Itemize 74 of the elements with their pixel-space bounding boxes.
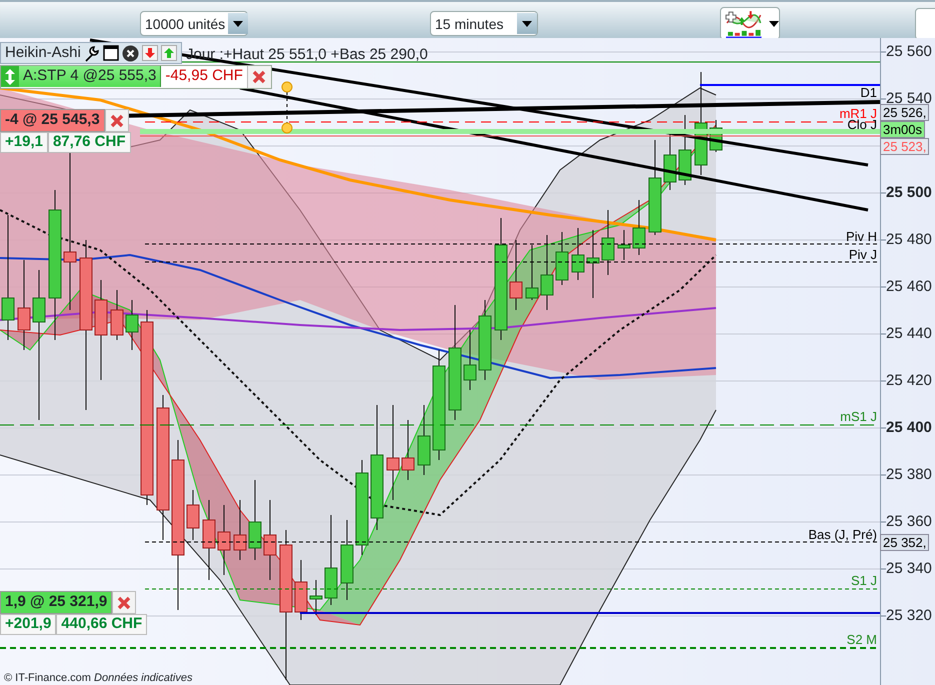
disclaimer-text: Données indicatives (94, 672, 192, 684)
candle (510, 240, 522, 310)
close-icon (252, 70, 266, 84)
points-value: +19,1 (0, 132, 48, 153)
close-icon (117, 596, 132, 610)
level-label: Bas (J, Pré) (808, 528, 877, 542)
level-label: S1 J (850, 574, 877, 588)
up-down-arrow-icon (4, 68, 16, 86)
drag-handle[interactable] (1, 66, 19, 87)
indicator-chart-icon (725, 8, 762, 38)
pnl-value: 440,66 CHF (56, 614, 148, 635)
candle (556, 232, 568, 286)
candle (294, 560, 308, 620)
chart-type-label[interactable]: Heikin-Ashi (5, 42, 81, 64)
level-label: Piv H (846, 230, 877, 244)
cancel-button[interactable] (104, 109, 129, 132)
cancel-button[interactable] (246, 66, 271, 88)
points-value: +201,9 (0, 614, 56, 635)
anchor-handle[interactable] (282, 122, 292, 134)
candle (632, 200, 646, 256)
candle (526, 244, 538, 300)
caret-icon (769, 20, 779, 26)
close-icon (110, 114, 124, 128)
candle (110, 290, 124, 340)
candle (572, 228, 584, 280)
price-tag: 3m00s (880, 121, 926, 138)
candle (418, 404, 430, 476)
leader-line (286, 92, 288, 124)
cancel-button[interactable] (112, 591, 136, 614)
price-tag: 25 352, (880, 534, 930, 551)
level-label: Piv J (848, 248, 877, 262)
close-icon[interactable] (122, 44, 139, 62)
level-label: mR1 J (839, 107, 877, 121)
candle (464, 330, 476, 390)
price-axis-label: 25 460 (886, 279, 932, 295)
copyright-text: © IT-Finance.com (4, 672, 91, 684)
price-axis-label: 25 320 (886, 608, 932, 624)
price-axis-label: 25 400 (886, 420, 932, 436)
down-arrow-icon[interactable] (142, 45, 158, 61)
up-arrow-icon[interactable] (160, 45, 177, 61)
candle (186, 490, 200, 540)
level-label: S2 M (846, 633, 877, 647)
candle (602, 210, 614, 276)
price-axis-label: 25 420 (886, 373, 932, 389)
price-axis-label: 25 540 (886, 91, 932, 107)
candle (218, 504, 230, 576)
price-axis-label: 25 340 (886, 561, 932, 577)
level-label: D1 (860, 86, 877, 100)
order-label[interactable]: A:STP 4 @25 555,3 (19, 66, 162, 87)
dropdown-select[interactable]: 10000 unités (140, 11, 248, 36)
candle (310, 580, 322, 616)
price-axis-label: 25 440 (886, 326, 932, 342)
price-axis-label: 25 360 (886, 514, 932, 530)
pnl-value: 87,76 CHF (48, 132, 131, 153)
price-axis-label: 25 560 (886, 44, 932, 60)
price-axis-label: 25 500 (886, 185, 932, 201)
order-pnl: -45,95 CHF (164, 66, 244, 86)
dropdown-select[interactable]: 15 minutes (430, 11, 538, 36)
candle (126, 300, 138, 350)
candle (586, 230, 600, 298)
price-tag: 25 523, (880, 138, 930, 155)
candle (402, 420, 414, 480)
level-label: mS1 J (840, 410, 877, 424)
wrench-icon[interactable] (84, 44, 100, 62)
price-axis-label: 25 480 (886, 232, 932, 248)
price-axis-label: 25 380 (886, 467, 932, 483)
candle (618, 230, 630, 260)
indicators-button[interactable] (720, 7, 780, 40)
anchor-handle[interactable] (282, 82, 292, 92)
candle (234, 500, 246, 560)
position-label[interactable]: -4 @ 25 545,3 (0, 109, 105, 132)
price-tag: 25 526, (880, 104, 930, 121)
window-icon[interactable] (102, 45, 119, 61)
position-label[interactable]: 1,9 @ 25 321,9 (0, 591, 112, 614)
